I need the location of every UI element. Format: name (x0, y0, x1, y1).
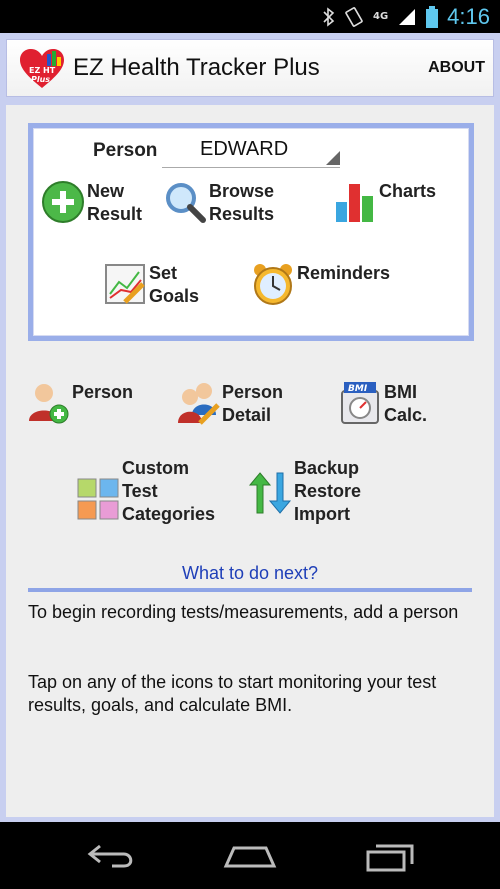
color-grid-icon (77, 478, 119, 520)
battery-icon (426, 5, 439, 28)
vibrate-icon (345, 6, 363, 27)
bmi-calc-label: BMI Calc. (384, 382, 428, 425)
new-result-label: New Result (87, 181, 143, 224)
custom-categories-button[interactable]: Custom Test Categories (76, 457, 215, 526)
app-window: EZ HT Plus EZ Health Tracker Plus ABOUT … (0, 33, 500, 822)
svg-text:BMI: BMI (348, 384, 368, 394)
next-steps-title: What to do next? (181, 563, 319, 583)
charts-label: Charts (379, 181, 437, 201)
person-detail-button[interactable]: Person Detail (176, 381, 283, 427)
add-person-button[interactable]: Person (26, 381, 133, 425)
svg-text:EZ HT: EZ HT (29, 66, 56, 75)
browse-results-label: Browse Results (209, 181, 275, 224)
set-goals-button[interactable]: Set Goals (103, 262, 199, 308)
network-type: 4G (373, 11, 389, 22)
bar-chart-icon (336, 184, 373, 222)
navigation-bar (0, 822, 500, 889)
divider (28, 588, 472, 592)
browse-results-button[interactable]: Browse Results (163, 180, 274, 226)
reminders-button[interactable]: Reminders (251, 262, 390, 306)
people-edit-icon (178, 383, 220, 425)
charts-button[interactable]: Charts (333, 180, 436, 224)
backup-restore-label: Backup Restore Import (294, 458, 362, 524)
up-down-arrows-icon (248, 472, 292, 514)
clock: 4:16 (447, 3, 490, 29)
alarm-clock-icon (254, 264, 292, 305)
recent-apps-icon[interactable] (362, 840, 418, 872)
signal-icon (399, 8, 416, 25)
person-spinner-value: EDWARD (200, 138, 289, 160)
person-add-icon (29, 384, 69, 424)
person-label: Person (72, 382, 134, 402)
main-content: Person EDWARD New Result Browse Results (6, 105, 494, 817)
reminders-label: Reminders (297, 263, 391, 283)
set-goals-label: Set Goals (149, 263, 200, 306)
next-steps-message-2: Tap on any of the icons to start monitor… (28, 672, 437, 715)
back-icon[interactable] (84, 840, 140, 872)
app-title: EZ Health Tracker Plus (73, 54, 320, 81)
custom-categories-label: Custom Test Categories (122, 458, 216, 524)
person-detail-label: Person Detail (222, 382, 284, 425)
status-bar: 4G 4:16 (0, 0, 500, 33)
magnifier-icon (166, 183, 206, 223)
new-result-button[interactable]: New Result (41, 180, 142, 226)
spinner-arrow-icon (326, 151, 340, 165)
bmi-scale-icon: BMI (341, 382, 379, 424)
person-label: Person (93, 140, 158, 161)
quick-actions-panel: Person EDWARD New Result Browse Results (28, 123, 474, 341)
next-steps-message-1: To begin recording tests/measurements, a… (28, 602, 459, 622)
backup-restore-button[interactable]: Backup Restore Import (248, 457, 361, 526)
bmi-calc-button[interactable]: BMI BMI Calc. (338, 381, 427, 427)
goals-chart-icon (105, 264, 145, 304)
svg-text:Plus: Plus (31, 75, 50, 84)
about-button[interactable]: ABOUT (428, 59, 485, 77)
person-spinner[interactable]: EDWARD (162, 134, 340, 168)
bluetooth-icon (323, 6, 335, 27)
add-circle-icon (42, 181, 84, 223)
app-logo-heart-icon: EZ HT Plus (20, 49, 64, 88)
home-icon[interactable] (222, 840, 278, 872)
action-bar: EZ HT Plus EZ Health Tracker Plus ABOUT (6, 39, 494, 97)
